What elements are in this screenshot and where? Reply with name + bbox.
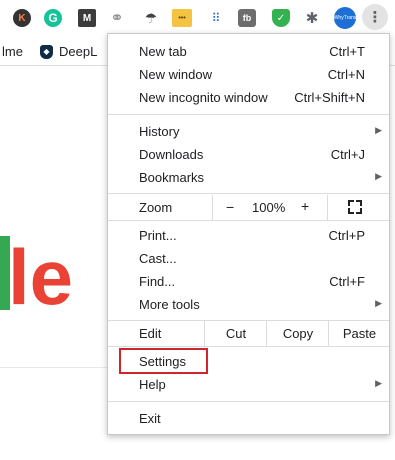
browser-toolbar: K G M ⚭ ☂ ••• ⠿ fb ✓ ✱ WhyTrans ⋮ — [0, 0, 395, 37]
edit-label: Edit — [139, 326, 162, 341]
deepl-icon: ◆ — [40, 44, 53, 59]
settings-highlight-box — [119, 348, 208, 374]
zoom-divider — [212, 195, 213, 220]
menu-item-label: Help — [139, 377, 166, 392]
menu-item-cast[interactable]: Cast... — [108, 247, 389, 269]
kebab-icon: ⋮ — [367, 8, 383, 26]
submenu-arrow-icon: ▶ — [375, 125, 382, 135]
grammarly-icon[interactable]: G — [44, 9, 62, 27]
menu-item-shortcut: Ctrl+J — [330, 147, 365, 162]
zoom-out-button[interactable]: − — [226, 199, 234, 215]
menu-item-history[interactable]: History ▶ — [108, 120, 389, 142]
paste-button[interactable]: Paste — [328, 321, 390, 346]
menu-item-label: Bookmarks — [139, 170, 205, 185]
logo-fragment: le — [8, 233, 74, 321]
menu-item-shortcut: Ctrl+F — [329, 274, 365, 289]
menu-item-downloads[interactable]: Downloads Ctrl+J — [108, 143, 389, 165]
dots-grid-icon[interactable]: ⠿ — [207, 9, 225, 27]
menu-item-shortcut: Ctrl+T — [329, 44, 365, 59]
menu-item-help[interactable]: Help ▶ — [108, 373, 389, 395]
chrome-menu-button[interactable]: ⋮ — [362, 4, 388, 30]
menu-item-label: Downloads — [139, 147, 204, 162]
menu-item-label: Print... — [139, 228, 177, 243]
menu-item-new-window[interactable]: New window Ctrl+N — [108, 63, 389, 85]
umbrella-icon[interactable]: ☂ — [142, 9, 160, 27]
shield-check-icon[interactable]: ✓ — [272, 9, 290, 27]
m-extension-icon[interactable]: M — [78, 9, 96, 27]
menu-item-shortcut: Ctrl+Shift+N — [294, 90, 365, 105]
zoom-in-button[interactable]: + — [301, 198, 309, 214]
page-divider — [0, 367, 108, 368]
menu-zoom-row: Zoom − 100% + — [108, 195, 389, 220]
avatar-icon[interactable]: WhyTrans — [334, 7, 356, 29]
menu-separator — [108, 114, 389, 115]
fullscreen-icon[interactable] — [348, 200, 362, 214]
menu-item-label: New incognito window — [139, 90, 268, 105]
menu-item-new-incognito-window[interactable]: New incognito window Ctrl+Shift+N — [108, 86, 389, 108]
cut-button[interactable]: Cut — [204, 321, 267, 346]
zoom-divider — [327, 195, 328, 220]
puzzle-icon[interactable]: ✱ — [303, 9, 321, 27]
menu-item-label: New window — [139, 67, 212, 82]
menu-item-label: New tab — [139, 44, 187, 59]
menu-item-find[interactable]: Find... Ctrl+F — [108, 270, 389, 292]
menu-item-label: History — [139, 124, 180, 139]
menu-item-shortcut: Ctrl+P — [328, 228, 365, 243]
menu-edit-row: Edit Cut Copy Paste — [108, 321, 389, 346]
zoom-label: Zoom — [139, 200, 173, 215]
link-icon[interactable]: ⚭ — [108, 9, 126, 27]
menu-item-label: Exit — [139, 411, 161, 426]
menu-separator — [108, 401, 389, 402]
zoom-level: 100% — [252, 200, 286, 215]
menu-item-label: Cast... — [139, 251, 177, 266]
bookmark-item[interactable]: lme — [2, 44, 23, 59]
menu-item-print[interactable]: Print... Ctrl+P — [108, 224, 389, 246]
menu-separator — [108, 346, 389, 347]
menu-separator — [108, 193, 389, 194]
bookmark-deepl[interactable]: ◆ DeepL — [40, 44, 97, 59]
chrome-main-menu: New tab Ctrl+T New window Ctrl+N New inc… — [107, 33, 390, 435]
copy-button[interactable]: Copy — [266, 321, 329, 346]
menu-item-shortcut: Ctrl+N — [327, 67, 365, 82]
menu-item-exit[interactable]: Exit — [108, 407, 389, 429]
bookmark-label: DeepL — [59, 44, 98, 59]
fb-extension-icon[interactable]: fb — [238, 9, 256, 27]
menu-item-more-tools[interactable]: More tools ▶ — [108, 293, 389, 315]
menu-item-label: Find... — [139, 274, 176, 289]
menu-separator — [108, 220, 389, 221]
k-extension-icon[interactable]: K — [13, 9, 31, 27]
menu-item-new-tab[interactable]: New tab Ctrl+T — [108, 40, 389, 62]
menu-item-label: More tools — [139, 297, 200, 312]
yellow-extension-icon[interactable]: ••• — [172, 9, 192, 27]
submenu-arrow-icon: ▶ — [375, 378, 382, 388]
submenu-arrow-icon: ▶ — [375, 298, 382, 308]
submenu-arrow-icon: ▶ — [375, 171, 382, 181]
menu-item-bookmarks[interactable]: Bookmarks ▶ — [108, 166, 389, 188]
